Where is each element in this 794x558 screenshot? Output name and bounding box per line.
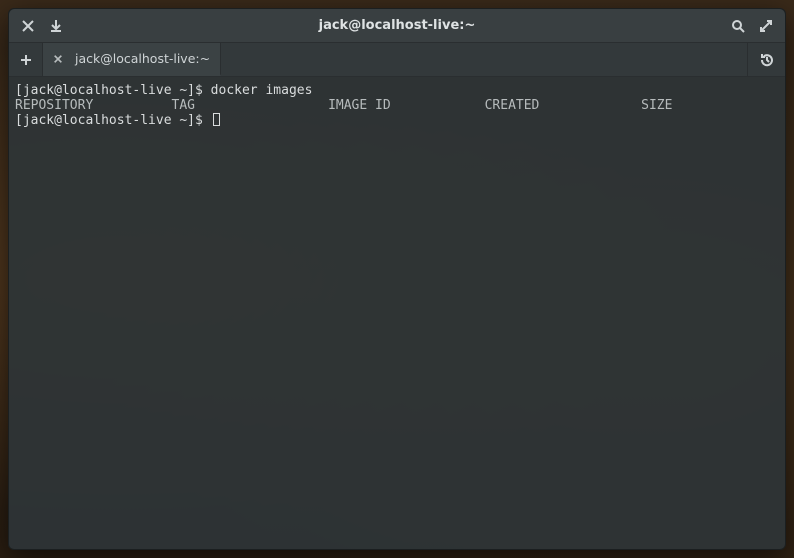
download-icon bbox=[49, 19, 63, 33]
tabbar-spacer bbox=[221, 43, 747, 76]
fullscreen-button[interactable] bbox=[753, 13, 779, 39]
download-button[interactable] bbox=[43, 13, 69, 39]
new-tab-button[interactable] bbox=[9, 43, 43, 76]
window-close-button[interactable] bbox=[15, 13, 41, 39]
history-button[interactable] bbox=[747, 43, 785, 76]
cursor bbox=[213, 113, 220, 126]
shell-prompt: [jack@localhost-live ~]$ bbox=[15, 83, 203, 98]
tabbar: jack@localhost-live:~ bbox=[9, 43, 785, 77]
terminal-viewport[interactable]: [jack@localhost-live ~]$ docker imagesRE… bbox=[9, 77, 785, 549]
terminal-line-current: [jack@localhost-live ~]$ bbox=[15, 113, 779, 128]
terminal-line: [jack@localhost-live ~]$ docker images bbox=[15, 83, 779, 98]
close-icon bbox=[21, 19, 35, 33]
history-icon bbox=[759, 52, 775, 68]
terminal-window: jack@localhost-live:~ jack@localhost-liv… bbox=[8, 8, 786, 550]
search-button[interactable] bbox=[725, 13, 751, 39]
tab-label: jack@localhost-live:~ bbox=[75, 51, 210, 66]
plus-icon bbox=[19, 53, 33, 67]
shell-prompt: [jack@localhost-live ~]$ bbox=[15, 113, 203, 128]
tab-terminal-0[interactable]: jack@localhost-live:~ bbox=[43, 43, 221, 76]
close-icon bbox=[53, 54, 63, 64]
fullscreen-icon bbox=[759, 19, 773, 33]
command-text: docker images bbox=[211, 83, 313, 98]
titlebar: jack@localhost-live:~ bbox=[9, 9, 785, 43]
window-title: jack@localhost-live:~ bbox=[69, 18, 725, 33]
search-icon bbox=[731, 19, 745, 33]
output-columns: REPOSITORY TAG IMAGE ID CREATED SIZE bbox=[15, 98, 779, 113]
tab-close-button[interactable] bbox=[49, 50, 67, 68]
